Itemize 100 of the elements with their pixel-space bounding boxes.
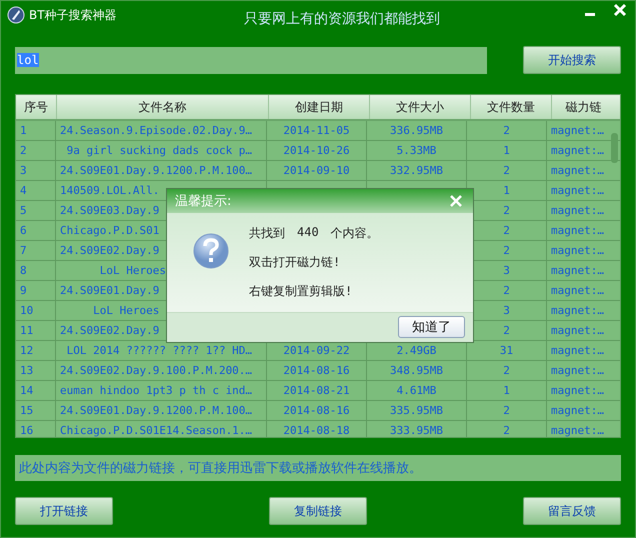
info-bar: 此处内容为文件的磁力链接，可直接用迅雷下载或播放软件在线播放。 xyxy=(15,455,621,481)
table-cell: 4 xyxy=(20,184,27,197)
table-cell: 24.S09E01.Day.9.1200.P.M.100… xyxy=(60,164,252,177)
dialog-title: 温馨提示: xyxy=(175,192,232,210)
table-cell: magnet:… xyxy=(551,284,604,297)
table-cell: 2 xyxy=(503,404,510,417)
table-cell: magnet:… xyxy=(551,324,604,337)
table-cell: 1 xyxy=(503,144,510,157)
table-cell: magnet:… xyxy=(551,204,604,217)
table-cell: 12 xyxy=(20,344,34,357)
table-cell: 24.S09E01.Day.9 xyxy=(60,284,160,297)
table-cell: 2 xyxy=(20,144,27,157)
table-cell: 6 xyxy=(20,224,27,237)
column-header[interactable]: 文件名称 xyxy=(57,95,269,119)
table-cell: 24.S09E02.Day.9 xyxy=(60,324,160,337)
table-cell: 2014-09-22 xyxy=(283,344,350,357)
ok-button[interactable]: 知道了 xyxy=(398,316,465,338)
table-cell: 332.95MB xyxy=(390,164,443,177)
table-cell: 24.S09E03.Day.9 xyxy=(60,204,160,217)
table-cell: magnet:… xyxy=(551,364,604,377)
table-cell: 14 xyxy=(20,384,34,397)
table-cell: 335.95MB xyxy=(390,404,443,417)
table-cell: 15 xyxy=(20,404,34,417)
table-cell: 10 xyxy=(20,304,34,317)
table-cell: Chicago.P.D.S01 xyxy=(60,224,160,237)
column-header[interactable]: 文件大小 xyxy=(370,95,471,119)
table-cell: 5 xyxy=(20,204,27,217)
question-icon xyxy=(193,232,229,269)
table-cell: 2 xyxy=(503,324,510,337)
table-cell: magnet:… xyxy=(551,244,604,257)
action-button[interactable]: 复制链接 xyxy=(269,497,367,525)
table-cell: 8 xyxy=(20,264,27,277)
table-cell: 2014-08-16 xyxy=(283,404,350,417)
dialog-text: 个内容。 xyxy=(330,224,379,242)
table-cell: magnet:… xyxy=(551,124,604,137)
table-cell: euman hindoo 1pt3 p th c ind… xyxy=(60,384,252,397)
table-cell-text: LoL Heroes xyxy=(92,304,160,317)
table-cell: 2 xyxy=(503,224,510,237)
table-cell: 16 xyxy=(20,424,34,437)
table-cell: magnet:… xyxy=(551,384,604,397)
search-button[interactable]: 开始搜索 xyxy=(523,46,621,74)
table-cell: magnet:… xyxy=(551,264,604,277)
table-cell: 2 xyxy=(503,164,510,177)
table-cell: 13 xyxy=(20,364,34,377)
column-header[interactable]: 创建日期 xyxy=(269,95,370,119)
action-button[interactable]: 留言反馈 xyxy=(523,497,621,525)
table-cell: 11 xyxy=(20,324,34,337)
table-cell: 2014-08-21 xyxy=(283,384,350,397)
table-cell: 2 xyxy=(503,284,510,297)
table-cell: 7 xyxy=(20,244,27,257)
dialog-text: 双击打开磁力链! xyxy=(249,254,340,271)
table-cell-text: LOL 2014 ?????? ???? 1?? HD… xyxy=(66,344,252,357)
search-value: lol xyxy=(17,53,39,67)
slogan: 只要网上有的资源我们都能找到 xyxy=(244,10,440,28)
table-cell: 1 xyxy=(503,384,510,397)
window-title: BT种子搜索神器 xyxy=(29,7,117,24)
table-cell: 2.49GB xyxy=(396,344,436,357)
action-button[interactable]: 打开链接 xyxy=(15,497,113,525)
table-cell: 3 xyxy=(503,304,510,317)
table-cell: 9 xyxy=(20,284,27,297)
table-cell: 2 xyxy=(503,124,510,137)
table-cell: magnet:… xyxy=(551,304,604,317)
table-cell: magnet:… xyxy=(551,404,604,417)
dialog-text: 共找到 xyxy=(249,224,285,242)
scrollbar-thumb[interactable] xyxy=(611,133,618,163)
table-cell: magnet:… xyxy=(551,144,604,157)
dialog-text: 440 xyxy=(297,224,319,241)
table-cell: 3 xyxy=(20,164,27,177)
app-logo-icon xyxy=(7,6,25,24)
table-cell: magnet:… xyxy=(551,164,604,177)
table-cell: 2 xyxy=(503,244,510,257)
table-cell: 2 xyxy=(503,424,510,437)
table-cell-text: 9a girl sucking dads cock p… xyxy=(66,144,252,157)
table-cell: 336.95MB xyxy=(390,124,443,137)
table-cell: 2014-08-18 xyxy=(283,424,350,437)
table-cell: Chicago.P.D.S01E14.Season.1.… xyxy=(60,424,252,437)
table-cell-text: LoL Heroes xyxy=(98,264,166,277)
table-cell: 3 xyxy=(503,264,510,277)
table-cell: 1 xyxy=(20,124,27,137)
table-cell: magnet:… xyxy=(551,344,604,357)
table-cell: 333.95MB xyxy=(390,424,443,437)
column-header[interactable]: 文件数量 xyxy=(471,95,552,119)
table-cell: 2 xyxy=(503,364,510,377)
column-header[interactable]: 磁力链 xyxy=(552,95,615,119)
table-cell: 2014-10-26 xyxy=(283,144,350,157)
table-cell: magnet:… xyxy=(551,184,604,197)
table-cell: 24.S09E02.Day.9 xyxy=(60,244,160,257)
table-cell: 1 xyxy=(503,184,510,197)
table-cell: magnet:… xyxy=(551,424,604,437)
table-cell: 2014-11-05 xyxy=(283,124,350,137)
table-cell: magnet:… xyxy=(551,224,604,237)
table-cell: 348.95MB xyxy=(390,364,443,377)
table-cell: 24.Season.9.Episode.02.Day.9… xyxy=(60,124,252,137)
table-cell: 24.S09E02.Day.9.100.P.M.200.… xyxy=(60,364,252,377)
column-header[interactable]: 序号 xyxy=(16,95,57,119)
table-cell: 2 xyxy=(503,204,510,217)
search-field[interactable]: lol xyxy=(15,46,487,74)
table-cell: 2014-08-16 xyxy=(283,364,350,377)
table-cell: 5.33MB xyxy=(396,144,436,157)
dialog-text: 右键复制置剪辑版! xyxy=(249,282,352,300)
